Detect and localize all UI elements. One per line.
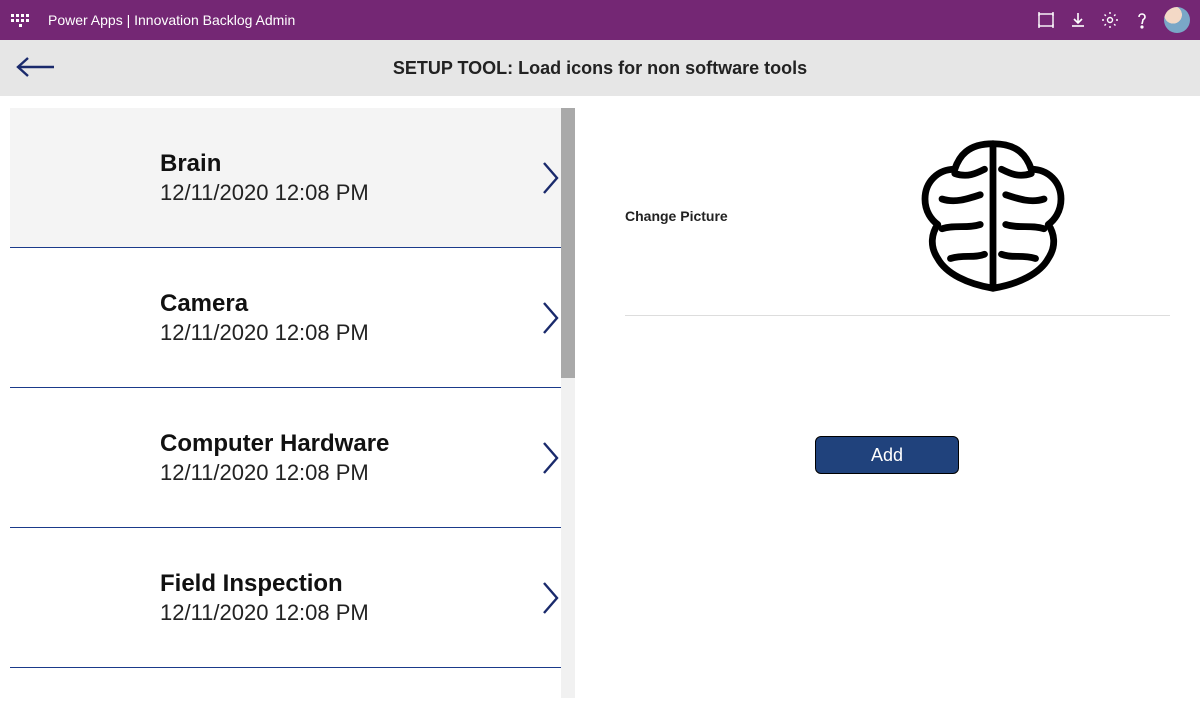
list-item-date: 12/11/2020 12:08 PM: [160, 460, 389, 486]
chevron-right-icon: [541, 300, 561, 336]
add-button[interactable]: Add: [815, 436, 959, 474]
main-content: Brain 12/11/2020 12:08 PM Camera 12/11/2…: [0, 96, 1200, 712]
help-icon[interactable]: [1126, 4, 1158, 36]
list-item-name: Camera: [160, 290, 369, 318]
download-icon[interactable]: [1062, 4, 1094, 36]
settings-icon[interactable]: [1094, 4, 1126, 36]
app-title: Power Apps | Innovation Backlog Admin: [48, 12, 295, 28]
change-picture-row[interactable]: Change Picture: [625, 116, 1170, 316]
chevron-right-icon: [541, 160, 561, 196]
list-item-name: Computer Hardware: [160, 430, 389, 458]
list-item[interactable]: Camera 12/11/2020 12:08 PM: [10, 248, 575, 388]
fit-screen-icon[interactable]: [1030, 4, 1062, 36]
tool-list: Brain 12/11/2020 12:08 PM Camera 12/11/2…: [10, 108, 575, 698]
tool-list-pane: Brain 12/11/2020 12:08 PM Camera 12/11/2…: [0, 96, 575, 712]
page-header: SETUP TOOL: Load icons for non software …: [0, 40, 1200, 96]
list-item-name: Field Inspection: [160, 570, 369, 598]
list-item[interactable]: Field Inspection 12/11/2020 12:08 PM: [10, 528, 575, 668]
chevron-right-icon: [541, 580, 561, 616]
add-button-label: Add: [871, 445, 903, 466]
page-title: SETUP TOOL: Load icons for non software …: [0, 58, 1200, 79]
list-item-date: 12/11/2020 12:08 PM: [160, 320, 369, 346]
change-picture-label: Change Picture: [625, 208, 728, 224]
chevron-right-icon: [541, 440, 561, 476]
back-button[interactable]: [14, 52, 58, 82]
user-avatar[interactable]: [1164, 7, 1190, 33]
scrollbar-thumb[interactable]: [561, 108, 575, 378]
top-app-bar: Power Apps | Innovation Backlog Admin: [0, 0, 1200, 40]
list-item-name: Brain: [160, 150, 369, 178]
detail-pane: Change Picture Add: [575, 96, 1200, 712]
list-item-date: 12/11/2020 12:08 PM: [160, 600, 369, 626]
list-item[interactable]: Computer Hardware 12/11/2020 12:08 PM: [10, 388, 575, 528]
list-item[interactable]: Brain 12/11/2020 12:08 PM: [10, 108, 575, 248]
brain-icon: [908, 131, 1078, 301]
list-item-date: 12/11/2020 12:08 PM: [160, 180, 369, 206]
app-launcher-icon[interactable]: [10, 10, 30, 30]
